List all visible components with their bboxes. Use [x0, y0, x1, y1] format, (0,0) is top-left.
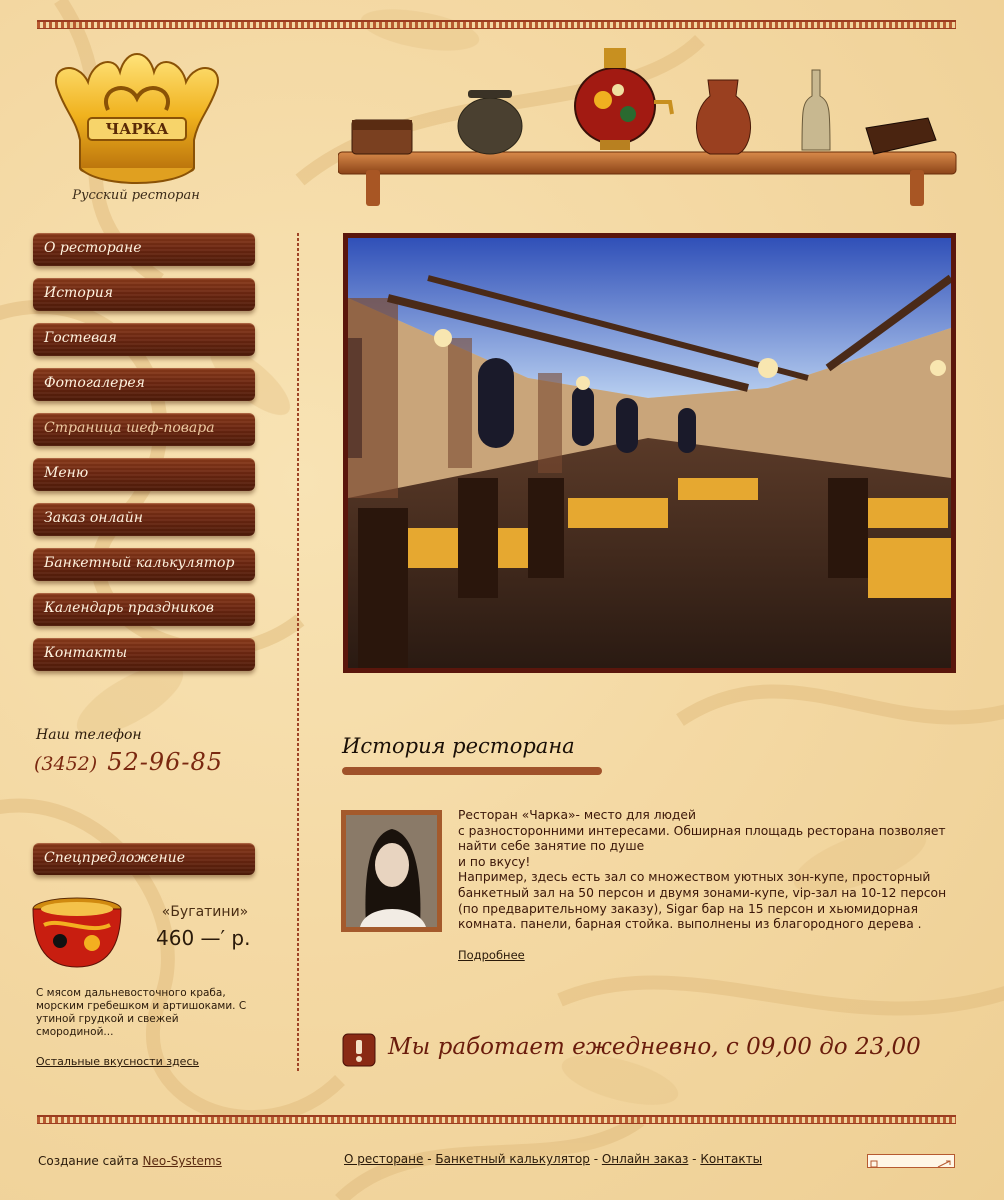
- title-underline: [342, 767, 602, 775]
- special-offer-button[interactable]: Спецпредложение: [33, 843, 255, 875]
- visit-counter-badge[interactable]: [867, 1154, 955, 1168]
- top-divider: [37, 20, 956, 29]
- column-divider: [297, 233, 299, 1071]
- nav-item-banquet-calculator[interactable]: Банкетный калькулятор: [33, 548, 255, 581]
- phone-digits: 52-96-85: [107, 748, 224, 776]
- book-icon: [865, 117, 937, 155]
- footer-credit: Создание сайта Neo-Systems: [38, 1154, 222, 1168]
- jug-icon: [696, 79, 751, 155]
- footer-links: О ресторане - Банкетный калькулятор - Он…: [344, 1152, 762, 1166]
- credit-prefix: Создание сайта: [38, 1154, 139, 1168]
- chest-icon: [351, 119, 413, 155]
- article-line: Ресторан «Чарка»- место для людей: [458, 808, 696, 822]
- opening-hours: Мы работает ежедневно, с 09,00 до 23,00: [388, 1034, 921, 1060]
- phone-label: Наш телефон: [36, 727, 142, 743]
- footer-separator: -: [423, 1152, 436, 1166]
- logo-subtitle: Русский ресторан: [72, 188, 200, 203]
- main-navigation: О ресторане История Гостевая Фотогалерея…: [33, 233, 255, 683]
- footer-link-about[interactable]: О ресторане: [344, 1152, 423, 1166]
- bottom-divider: [37, 1115, 956, 1124]
- chef-portrait: [341, 810, 442, 932]
- samovar-icon: [574, 48, 674, 150]
- nav-item-history[interactable]: История: [33, 278, 255, 311]
- portrait-illustration: [346, 815, 437, 927]
- footer-link-contacts[interactable]: Контакты: [700, 1152, 762, 1166]
- article-line: с разносторонними интересами. Обширная п…: [458, 823, 946, 854]
- nav-item-chef-page[interactable]: Страница шеф-повара: [33, 413, 255, 446]
- special-dish-description: С мясом дальневосточного краба, морским …: [36, 987, 247, 1038]
- bottle-icon: [801, 69, 831, 151]
- nav-item-contacts[interactable]: Контакты: [33, 638, 255, 671]
- shelf-illustration: [338, 48, 957, 206]
- counter-arrow-icon: [870, 1160, 951, 1168]
- pot-icon: [457, 90, 523, 155]
- phone-area-code: (3452): [34, 753, 98, 775]
- footer-link-banquet-calculator[interactable]: Банкетный калькулятор: [435, 1152, 590, 1166]
- logo-brand-text: ЧАРКА: [105, 120, 169, 138]
- footer-separator: -: [589, 1152, 602, 1166]
- article-line: Например, здесь есть зал со множеством у…: [458, 870, 947, 932]
- restaurant-hall-photo: [343, 233, 956, 673]
- bowl-icon: [32, 897, 122, 968]
- special-dish-name: «Бугатини»: [161, 904, 249, 920]
- nav-item-about[interactable]: О ресторане: [33, 233, 255, 266]
- phone-number[interactable]: (3452) 52-96-85: [34, 748, 223, 776]
- nav-item-guestbook[interactable]: Гостевая: [33, 323, 255, 356]
- nav-item-menu[interactable]: Меню: [33, 458, 255, 491]
- article-line: и по вкусу!: [458, 854, 531, 869]
- nav-item-gallery[interactable]: Фотогалерея: [33, 368, 255, 401]
- history-article: Ресторан «Чарка»- место для людей с разн…: [458, 808, 958, 933]
- info-icon: [342, 1033, 376, 1067]
- hall-photo-illustration: [348, 238, 951, 668]
- credit-link[interactable]: Neo-Systems: [143, 1154, 222, 1168]
- footer-separator: -: [688, 1152, 701, 1166]
- more-dishes-link[interactable]: Остальные вкусности здесь: [36, 1055, 199, 1068]
- nav-item-holiday-calendar[interactable]: Календарь праздников: [33, 593, 255, 626]
- section-title: История ресторана: [342, 734, 575, 758]
- logo-crown[interactable]: ЧАРКА: [48, 40, 226, 190]
- footer-link-online-order[interactable]: Онлайн заказ: [602, 1152, 689, 1166]
- read-more-link[interactable]: Подробнее: [458, 948, 525, 962]
- special-dish-price: 460 —′ р.: [156, 926, 251, 950]
- nav-item-order-online[interactable]: Заказ онлайн: [33, 503, 255, 536]
